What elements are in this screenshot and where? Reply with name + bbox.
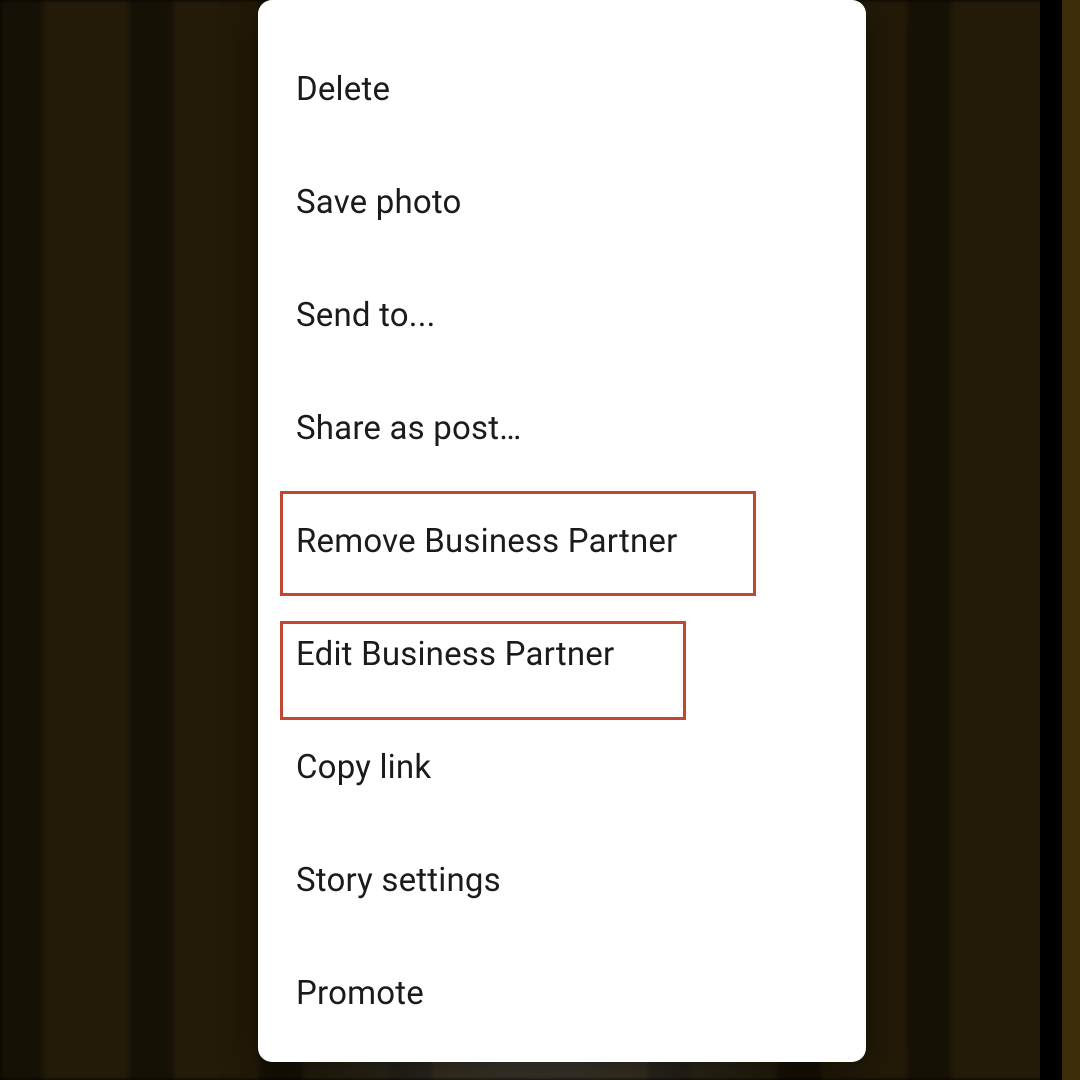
options-menu-list: Delete Save photo Send to... Share as po… — [258, 0, 866, 1051]
menu-item-story-settings[interactable]: Story settings — [258, 825, 866, 938]
menu-item-label: Share as post… — [296, 411, 522, 447]
menu-item-copy-link[interactable]: Copy link — [258, 712, 866, 825]
menu-item-share-as-post[interactable]: Share as post… — [258, 373, 866, 486]
menu-item-label: Story settings — [296, 863, 501, 899]
menu-item-label: Promote — [296, 976, 424, 1012]
options-menu-sheet: Delete Save photo Send to... Share as po… — [258, 0, 866, 1062]
menu-item-remove-business-partner[interactable]: Remove Business Partner — [258, 486, 866, 599]
menu-item-edit-business-partner[interactable]: Edit Business Partner — [258, 599, 866, 712]
menu-item-promote[interactable]: Promote — [258, 938, 866, 1051]
menu-item-delete[interactable]: Delete — [258, 34, 866, 147]
menu-item-label: Send to... — [296, 298, 436, 334]
menu-item-label: Edit Business Partner — [296, 637, 614, 673]
menu-item-label: Copy link — [296, 750, 431, 786]
menu-item-label: Save photo — [296, 185, 462, 221]
menu-item-save-photo[interactable]: Save photo — [258, 147, 866, 260]
menu-item-label: Remove Business Partner — [296, 524, 677, 560]
menu-item-label: Delete — [296, 72, 390, 108]
menu-item-send-to[interactable]: Send to... — [258, 260, 866, 373]
